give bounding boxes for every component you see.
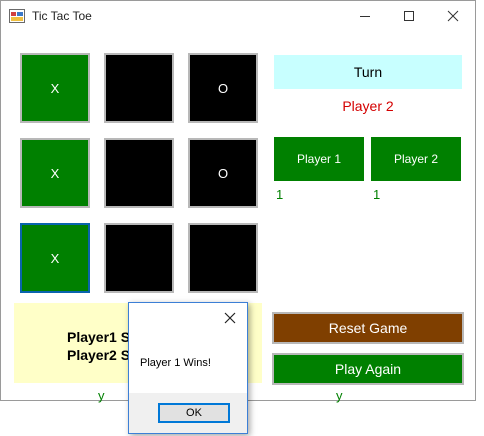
score-line-player1: Player1 S [67,329,131,345]
title-bar[interactable]: Tic Tac Toe [1,1,475,31]
minimize-button[interactable] [343,1,387,31]
player-2-score: 1 [373,187,381,202]
maximize-icon [404,11,414,21]
dialog-close-button[interactable] [219,307,241,329]
board-cell-3[interactable]: O [188,53,258,123]
close-button[interactable] [431,1,475,31]
board-cell-7[interactable]: X [20,223,90,293]
player-1-score: 1 [276,187,284,202]
dialog-footer: OK [129,393,247,433]
board-cell-1[interactable]: X [20,53,90,123]
app-icon [9,9,25,23]
board-cell-9[interactable] [188,223,258,293]
win-message-dialog: Player 1 Wins! OK [128,302,248,434]
close-icon [447,10,459,22]
board-cell-5[interactable] [104,138,174,208]
minimize-icon [360,16,370,17]
partial-text-left: y [98,388,105,403]
player-2-button[interactable]: Player 2 [371,137,461,181]
board-cell-4[interactable]: X [20,138,90,208]
current-turn-player: Player 2 [342,98,394,114]
partial-text-right: y [336,388,343,403]
board-cell-6[interactable]: O [188,138,258,208]
score-line-player2: Player2 S [67,347,131,363]
dialog-message: Player 1 Wins! [140,357,211,369]
close-icon [224,312,236,324]
reset-game-button[interactable]: Reset Game [272,312,464,344]
player-1-button[interactable]: Player 1 [274,137,364,181]
play-again-button[interactable]: Play Again [272,353,464,385]
board-cell-2[interactable] [104,53,174,123]
turn-label: Turn [274,55,462,89]
maximize-button[interactable] [387,1,431,31]
board-cell-8[interactable] [104,223,174,293]
window-title: Tic Tac Toe [32,9,92,23]
ok-button[interactable]: OK [158,403,230,423]
